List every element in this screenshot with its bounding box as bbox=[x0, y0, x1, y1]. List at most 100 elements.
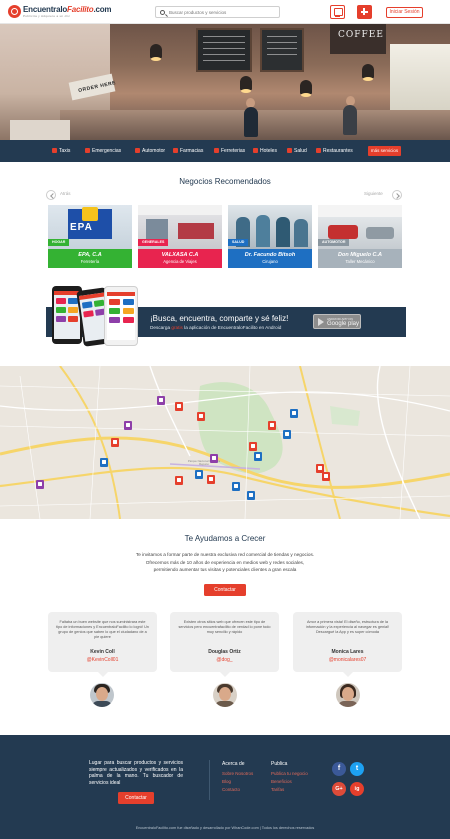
phone-mockup bbox=[104, 286, 138, 346]
map-pin[interactable] bbox=[249, 442, 257, 451]
chevron-right-icon[interactable] bbox=[392, 190, 402, 200]
help-line: permitiendo aumentar tus visitas y poten… bbox=[153, 567, 297, 572]
bus-icon[interactable] bbox=[330, 5, 345, 19]
category-tag: HOGAR bbox=[48, 239, 70, 246]
search-input[interactable] bbox=[169, 8, 277, 17]
map-pin[interactable] bbox=[247, 491, 255, 500]
testimonial-card: Amor a primera vista! El diseño, estruct… bbox=[293, 612, 402, 672]
contact-button[interactable]: Contactar bbox=[204, 584, 246, 596]
medical-kit-icon[interactable] bbox=[357, 5, 372, 19]
footer-link-publish[interactable]: Publica tu negocio bbox=[271, 771, 308, 776]
business-card-doctor[interactable]: SALUD Dr. Facundo Bitsoh Cirujano bbox=[228, 205, 312, 268]
avatar bbox=[213, 683, 237, 707]
map-pin[interactable] bbox=[124, 421, 132, 430]
map-pin[interactable] bbox=[197, 412, 205, 421]
category-tag: GENERALES bbox=[138, 239, 169, 246]
business-card-valxasa[interactable]: GENERALES VALXASA C.A Agencia de Viajes bbox=[138, 205, 222, 268]
footer-copyright: EncuentraloFacilito.com fue diseñado y d… bbox=[135, 826, 315, 830]
testimonial-card: Existen otros sitios web que ofrecen est… bbox=[170, 612, 279, 672]
category-emergencias[interactable]: Emergencias bbox=[85, 147, 121, 155]
testimonial-handle[interactable]: @monicalares07 bbox=[293, 657, 402, 663]
chevron-left-icon[interactable] bbox=[46, 190, 56, 200]
category-ferreterias[interactable]: Ferreterias bbox=[214, 147, 245, 155]
store-big-text: Google play bbox=[327, 320, 360, 327]
footer-contact-button[interactable]: Contactar bbox=[118, 792, 154, 804]
business-map[interactable]: Parque Nacional Guaraira Repano bbox=[0, 366, 450, 519]
google-plus-icon[interactable]: G+ bbox=[332, 782, 346, 796]
top-header: EncuentraloFacilito.com Publicita y Adqu… bbox=[0, 0, 450, 24]
search-box[interactable] bbox=[155, 6, 280, 18]
footer-link-about[interactable]: Sobre Nosotros bbox=[222, 771, 253, 776]
footer-about-text: Lugar para buscar productos y servicios … bbox=[89, 760, 183, 786]
logo-accent-text: Facilito bbox=[67, 5, 94, 14]
footer-link-contact[interactable]: Contacto bbox=[222, 787, 240, 792]
search-icon bbox=[160, 9, 165, 15]
footer-divider bbox=[209, 760, 210, 800]
map-pin[interactable] bbox=[36, 480, 44, 489]
footer-link-blog[interactable]: Blog bbox=[222, 779, 231, 784]
map-pin[interactable] bbox=[111, 438, 119, 447]
business-category: Ferretería bbox=[80, 259, 100, 264]
prev-link[interactable]: Atrás bbox=[60, 191, 71, 196]
testimonial-handle[interactable]: @dog_ bbox=[170, 657, 279, 663]
help-line: Ofrecemos más de 10 años de experiencia … bbox=[145, 559, 305, 565]
recommended-title: Negocios Recomendados bbox=[179, 177, 271, 186]
category-label: Emergencias bbox=[92, 148, 122, 154]
app-sub-highlight: gratis bbox=[171, 325, 183, 330]
epa-logo: EPA bbox=[70, 222, 93, 233]
category-label: Taxis bbox=[59, 148, 71, 154]
category-automotor[interactable]: Automotor bbox=[135, 147, 165, 155]
category-label: Automotor bbox=[142, 148, 166, 154]
next-link[interactable]: Siguiente bbox=[364, 191, 383, 196]
testimonial-quote: Amor a primera vista! El diseño, estruct… bbox=[305, 620, 390, 634]
testimonial-handle[interactable]: @KevinColl01 bbox=[48, 657, 157, 663]
instagram-icon[interactable]: ig bbox=[350, 782, 364, 796]
login-button[interactable]: Iniciar Sesión bbox=[386, 7, 423, 18]
site-logo[interactable]: EncuentraloFacilito.com Publicita y Adqu… bbox=[8, 5, 112, 20]
twitter-icon[interactable]: t bbox=[350, 762, 364, 776]
speech-arrow bbox=[343, 672, 353, 677]
facebook-icon[interactable]: f bbox=[332, 762, 346, 776]
testimonial-name: Monica Lares bbox=[331, 649, 364, 655]
app-banner-title: ¡Busca, encuentra, comparte y sé feliz! bbox=[150, 314, 289, 323]
footer-col-title: Acerca de bbox=[222, 761, 245, 767]
business-card-don-miguelo[interactable]: AUTOMOTOR Don Miguelo C.A Taller Mecánic… bbox=[318, 205, 402, 268]
park-label: Parque Nacional Guaraira Repano bbox=[187, 459, 221, 467]
map-pin[interactable] bbox=[268, 421, 276, 430]
map-pin[interactable] bbox=[283, 430, 291, 439]
car-icon bbox=[135, 147, 140, 153]
footer-link-benefits[interactable]: Beneficios bbox=[271, 779, 292, 784]
map-pin[interactable] bbox=[254, 452, 262, 461]
map-pin[interactable] bbox=[175, 476, 183, 485]
map-pin[interactable] bbox=[157, 396, 165, 405]
category-salud[interactable]: Salud bbox=[287, 147, 307, 155]
footer-link-rates[interactable]: Tarifas bbox=[271, 787, 284, 792]
menu-board bbox=[196, 28, 252, 72]
business-card-epa[interactable]: EPA HOGAR EPA, C.A Ferretería bbox=[48, 205, 132, 268]
category-restaurantes[interactable]: Restaurantes bbox=[316, 147, 353, 155]
map-pin[interactable] bbox=[290, 409, 298, 418]
map-pin[interactable] bbox=[207, 475, 215, 484]
map-pin[interactable] bbox=[175, 402, 183, 411]
map-pin[interactable] bbox=[232, 482, 240, 491]
google-play-button[interactable]: ANDROID APP ON Google play bbox=[313, 314, 361, 329]
logo-pin-icon bbox=[8, 5, 21, 18]
logo-tagline: Publicita y Adquiere a un clic bbox=[23, 14, 71, 18]
category-label: Farmacias bbox=[180, 148, 204, 154]
logo-main-text: Encuentralo bbox=[23, 5, 68, 14]
logo-suffix-text: .com bbox=[93, 5, 112, 14]
category-label: Hoteles bbox=[260, 148, 277, 154]
map-pin[interactable] bbox=[195, 470, 203, 479]
map-pin[interactable] bbox=[100, 458, 108, 467]
help-line: Te invitamos a formar parte de nuestra e… bbox=[135, 552, 315, 557]
map-pin[interactable] bbox=[322, 472, 330, 481]
category-farmacias[interactable]: Farmacias bbox=[173, 147, 203, 155]
testimonial-quote: Existen otros sitios web que ofrecen est… bbox=[178, 620, 271, 634]
category-label: Salud bbox=[294, 148, 307, 154]
avatar bbox=[90, 683, 114, 707]
hardware-icon bbox=[214, 147, 219, 153]
more-services-button[interactable]: más servicios bbox=[368, 146, 401, 156]
category-taxis[interactable]: Taxis bbox=[52, 147, 70, 155]
category-hoteles[interactable]: Hoteles bbox=[253, 147, 277, 155]
map-pin[interactable] bbox=[210, 454, 218, 463]
